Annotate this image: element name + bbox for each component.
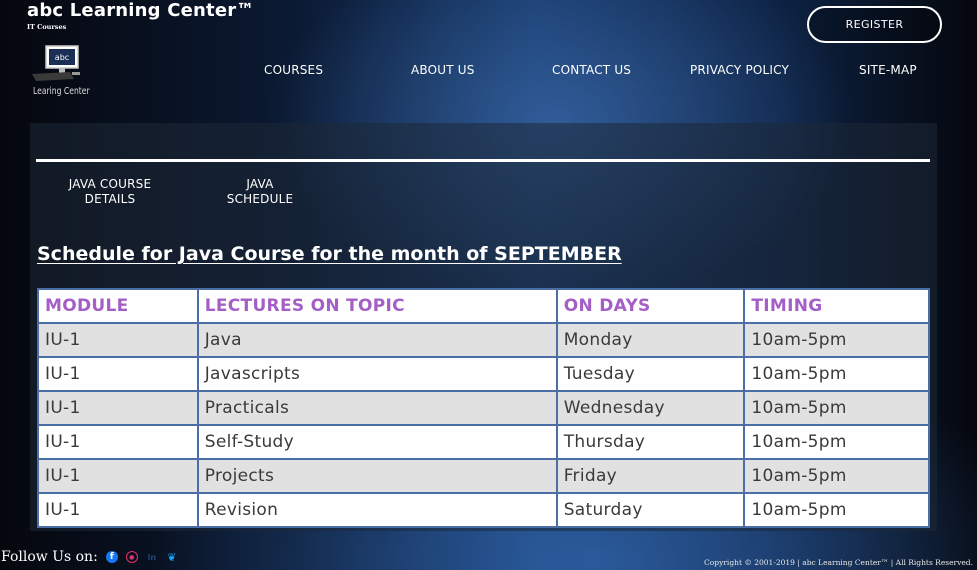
module-cell: IU-1 [37, 424, 199, 460]
column-header: TIMING [743, 288, 930, 324]
topic-cell: Self-Study [196, 424, 558, 460]
nav-site-map[interactable]: SITE-MAP [859, 63, 917, 77]
schedule-table: MODULE LECTURES ON TOPIC ON DAYS TIMING … [37, 288, 930, 528]
day-cell: Friday [555, 458, 746, 494]
tab-java-schedule-line1: JAVA [246, 177, 274, 191]
tab-java-course-details[interactable]: JAVA COURSE DETAILS [62, 177, 158, 207]
tab-java-schedule[interactable]: JAVA SCHEDULE [220, 177, 300, 207]
module-cell: IU-1 [37, 492, 199, 528]
topic-cell: Java [196, 322, 558, 358]
page-title: Schedule for Java Course for the month o… [37, 243, 622, 265]
copyright: Copyright © 2001-2019 | abc Learning Cen… [704, 558, 973, 567]
timing-cell: 10am-5pm [743, 322, 930, 358]
table-row: IU-1 Practicals Wednesday 10am-5pm [37, 390, 930, 426]
table-row: IU-1 Javascripts Tuesday 10am-5pm [37, 356, 930, 392]
tab-java-schedule-line2: SCHEDULE [226, 192, 294, 206]
day-cell: Monday [555, 322, 746, 358]
nav-about-us[interactable]: ABOUT US [411, 63, 475, 77]
brand: abc Learning Center™ IT Courses [27, 0, 255, 32]
logo-text: abc [55, 53, 69, 62]
day-cell: Tuesday [555, 356, 746, 392]
nav-contact-us[interactable]: CONTACT US [552, 63, 631, 77]
table-header-row: MODULE LECTURES ON TOPIC ON DAYS TIMING [37, 288, 930, 324]
table-row: IU-1 Java Monday 10am-5pm [37, 322, 930, 358]
timing-cell: 10am-5pm [743, 424, 930, 460]
module-cell: IU-1 [37, 356, 199, 392]
timing-cell: 10am-5pm [743, 356, 930, 392]
day-cell: Thursday [555, 424, 746, 460]
topic-cell: Practicals [196, 390, 558, 426]
module-cell: IU-1 [37, 390, 199, 426]
module-cell: IU-1 [37, 322, 199, 358]
module-cell: IU-1 [37, 458, 199, 494]
brand-subtitle: IT Courses [27, 23, 67, 31]
topic-cell: Javascripts [196, 356, 558, 392]
topic-cell: Revision [196, 492, 558, 528]
column-header: LECTURES ON TOPIC [196, 288, 558, 324]
register-button[interactable]: REGISTER [807, 6, 942, 43]
table-row: IU-1 Self-Study Thursday 10am-5pm [37, 424, 930, 460]
linkedin-icon[interactable]: in [146, 551, 158, 563]
timing-cell: 10am-5pm [743, 390, 930, 426]
twitter-icon[interactable]: ❦ [166, 551, 178, 564]
facebook-icon[interactable]: f [105, 551, 118, 563]
nav-courses[interactable]: COURSES [264, 63, 323, 77]
table-row: IU-1 Projects Friday 10am-5pm [37, 458, 930, 494]
follow-label: Follow Us on: [1, 549, 98, 565]
follow-us: Follow Us on: f ● in ❦ [1, 549, 178, 565]
topic-cell: Projects [196, 458, 558, 494]
column-header: MODULE [37, 288, 199, 324]
divider [36, 159, 930, 162]
instagram-icon[interactable]: ● [125, 551, 138, 563]
tab-java-course-details-line1: JAVA COURSE [68, 177, 152, 191]
column-header: ON DAYS [555, 288, 746, 324]
nav-privacy-policy[interactable]: PRIVACY POLICY [690, 63, 789, 77]
logo-caption: Learing Center [33, 86, 90, 97]
table-row: IU-1 Revision Saturday 10am-5pm [37, 492, 930, 528]
tab-java-course-details-line2: DETAILS [84, 192, 136, 206]
day-cell: Wednesday [555, 390, 746, 426]
day-cell: Saturday [555, 492, 746, 528]
brand-title: abc Learning Center™ [27, 0, 255, 21]
timing-cell: 10am-5pm [743, 458, 930, 494]
timing-cell: 10am-5pm [743, 492, 930, 528]
